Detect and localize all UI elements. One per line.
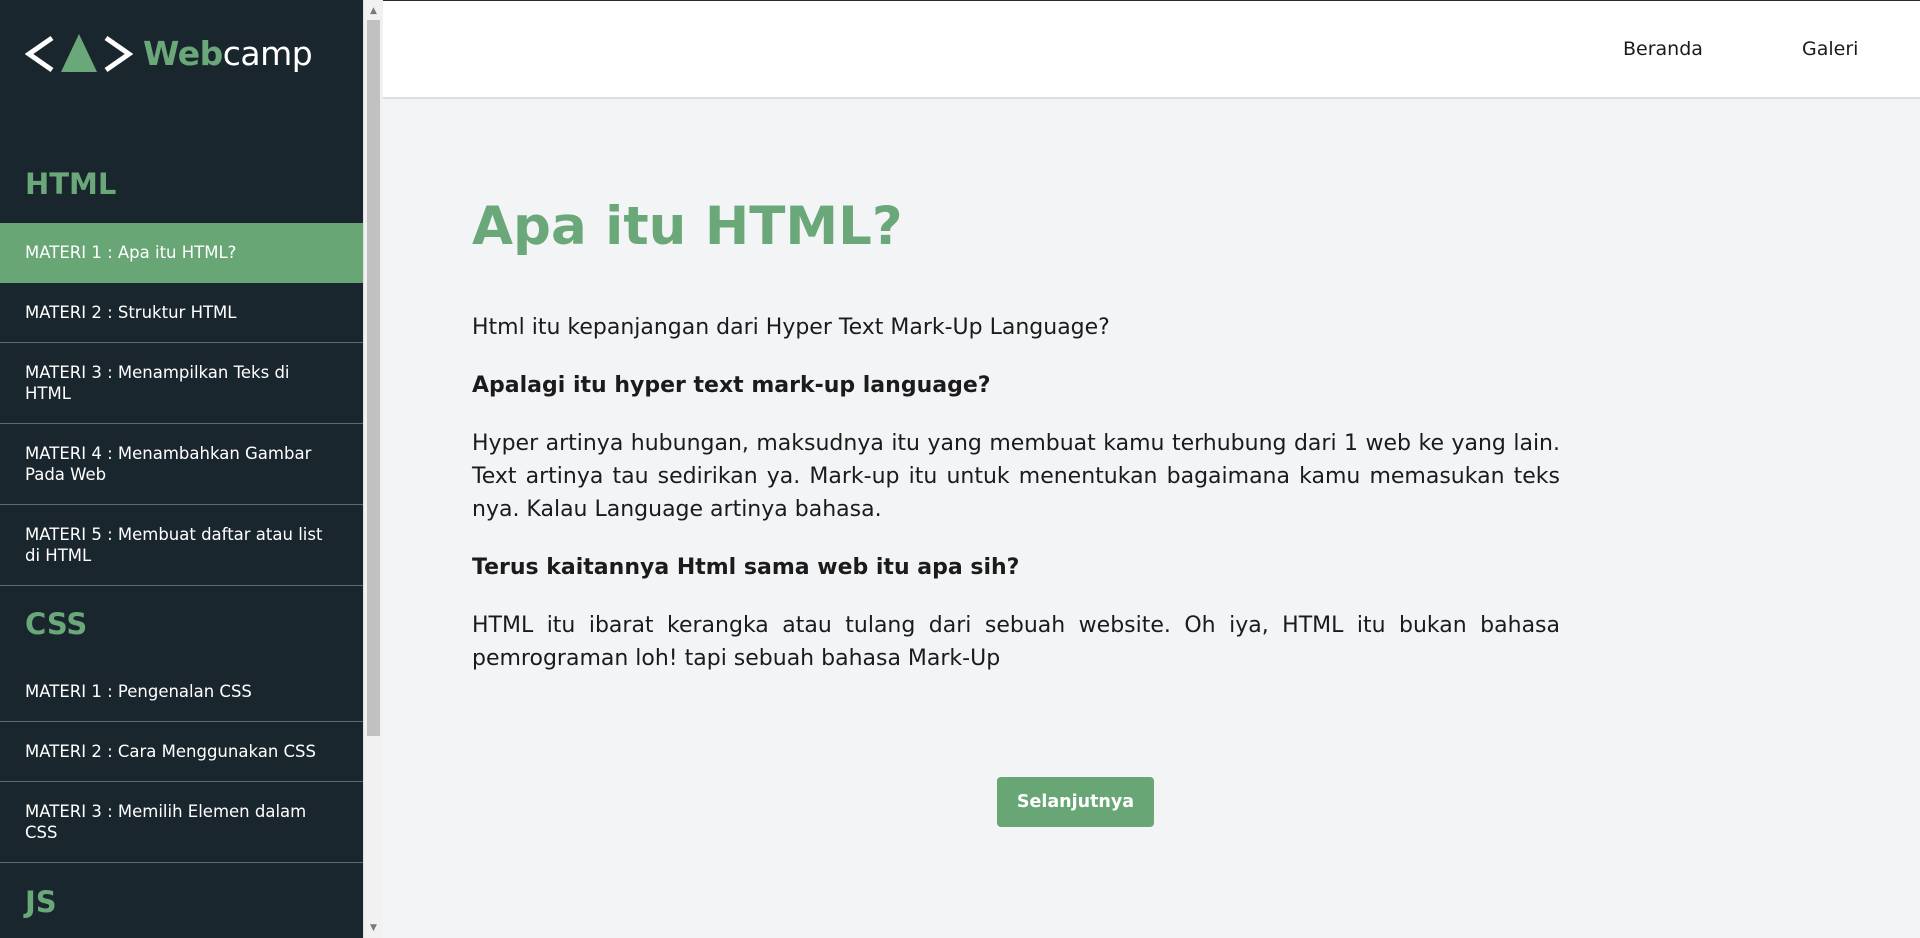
sidebar-item-label: MATERI 2 : Cara Menggunakan CSS — [25, 742, 317, 761]
sidebar-item-css-materi-2[interactable]: MATERI 2 : Cara Menggunakan CSS — [0, 722, 363, 782]
code-mountain-logo-icon — [25, 34, 133, 73]
scroll-down-arrow-icon[interactable]: ▼ — [364, 919, 383, 936]
sidebar-item-html-materi-3[interactable]: MATERI 3 : Menampilkan Teks di HTML — [0, 343, 363, 424]
sidebar-item-label: MATERI 1 : Apa itu HTML? — [25, 243, 237, 262]
paragraph-question-2: Terus kaitannya Html sama web itu apa si… — [472, 555, 1020, 580]
scroll-thumb[interactable] — [367, 20, 380, 736]
sidebar-item-css-materi-1[interactable]: MATERI 1 : Pengenalan CSS — [0, 662, 363, 722]
top-navbar: Beranda Galeri — [383, 0, 1920, 99]
sidebar-item-label: MATERI 4 : Menambahkan Gambar Pada Web — [25, 444, 312, 484]
sidebar-item-label: MATERI 3 : Memilih Elemen dalam CSS — [25, 802, 307, 842]
paragraph-question-1: Apalagi itu hyper text mark-up language? — [472, 373, 991, 398]
paragraph-answer: HTML itu ibarat kerangka atau tulang dar… — [472, 613, 1560, 671]
brand-name-web: Web — [143, 34, 223, 73]
sidebar-item-html-materi-1[interactable]: MATERI 1 : Apa itu HTML? — [0, 223, 363, 283]
page-title: Apa itu HTML? — [472, 196, 903, 257]
sidebar-scrollbar[interactable]: ▲ ▼ — [363, 0, 383, 938]
section-title-js: JS — [25, 885, 57, 919]
sidebar-item-label: MATERI 2 : Struktur HTML — [25, 303, 237, 322]
brand-name: Webcamp — [143, 32, 313, 76]
sidebar-item-label: MATERI 3 : Menampilkan Teks di HTML — [25, 363, 290, 403]
main-content: Apa itu HTML? Html itu kepanjangan dari … — [383, 99, 1920, 938]
sidebar-item-label: MATERI 1 : Pengenalan CSS — [25, 682, 252, 701]
sidebar-item-html-materi-4[interactable]: MATERI 4 : Menambahkan Gambar Pada Web — [0, 424, 363, 505]
brand-logo[interactable]: Webcamp — [25, 32, 313, 76]
css-materials-list: MATERI 1 : Pengenalan CSS MATERI 2 : Car… — [0, 662, 363, 863]
nav-link-galeri[interactable]: Galeri — [1802, 36, 1858, 62]
brand-name-camp: camp — [222, 34, 313, 73]
article: Apa itu HTML? Html itu kepanjangan dari … — [472, 195, 1560, 700]
next-button[interactable]: Selanjutnya — [997, 777, 1154, 827]
sidebar-item-css-materi-3[interactable]: MATERI 3 : Memilih Elemen dalam CSS — [0, 782, 363, 863]
sidebar: Webcamp HTML MATERI 1 : Apa itu HTML? MA… — [0, 0, 363, 938]
nav-link-beranda[interactable]: Beranda — [1623, 36, 1703, 62]
section-title-html: HTML — [25, 167, 117, 201]
sidebar-item-html-materi-2[interactable]: MATERI 2 : Struktur HTML — [0, 283, 363, 343]
sidebar-item-label: MATERI 5 : Membuat daftar atau list di H… — [25, 525, 323, 565]
paragraph-explanation: Hyper artinya hubungan, maksudnya itu ya… — [472, 431, 1560, 522]
section-title-css: CSS — [25, 607, 88, 641]
scroll-up-arrow-icon[interactable]: ▲ — [364, 2, 383, 19]
paragraph-intro: Html itu kepanjangan dari Hyper Text Mar… — [472, 315, 1110, 340]
sidebar-item-html-materi-5[interactable]: MATERI 5 : Membuat daftar atau list di H… — [0, 505, 363, 586]
html-materials-list: MATERI 1 : Apa itu HTML? MATERI 2 : Stru… — [0, 223, 363, 586]
